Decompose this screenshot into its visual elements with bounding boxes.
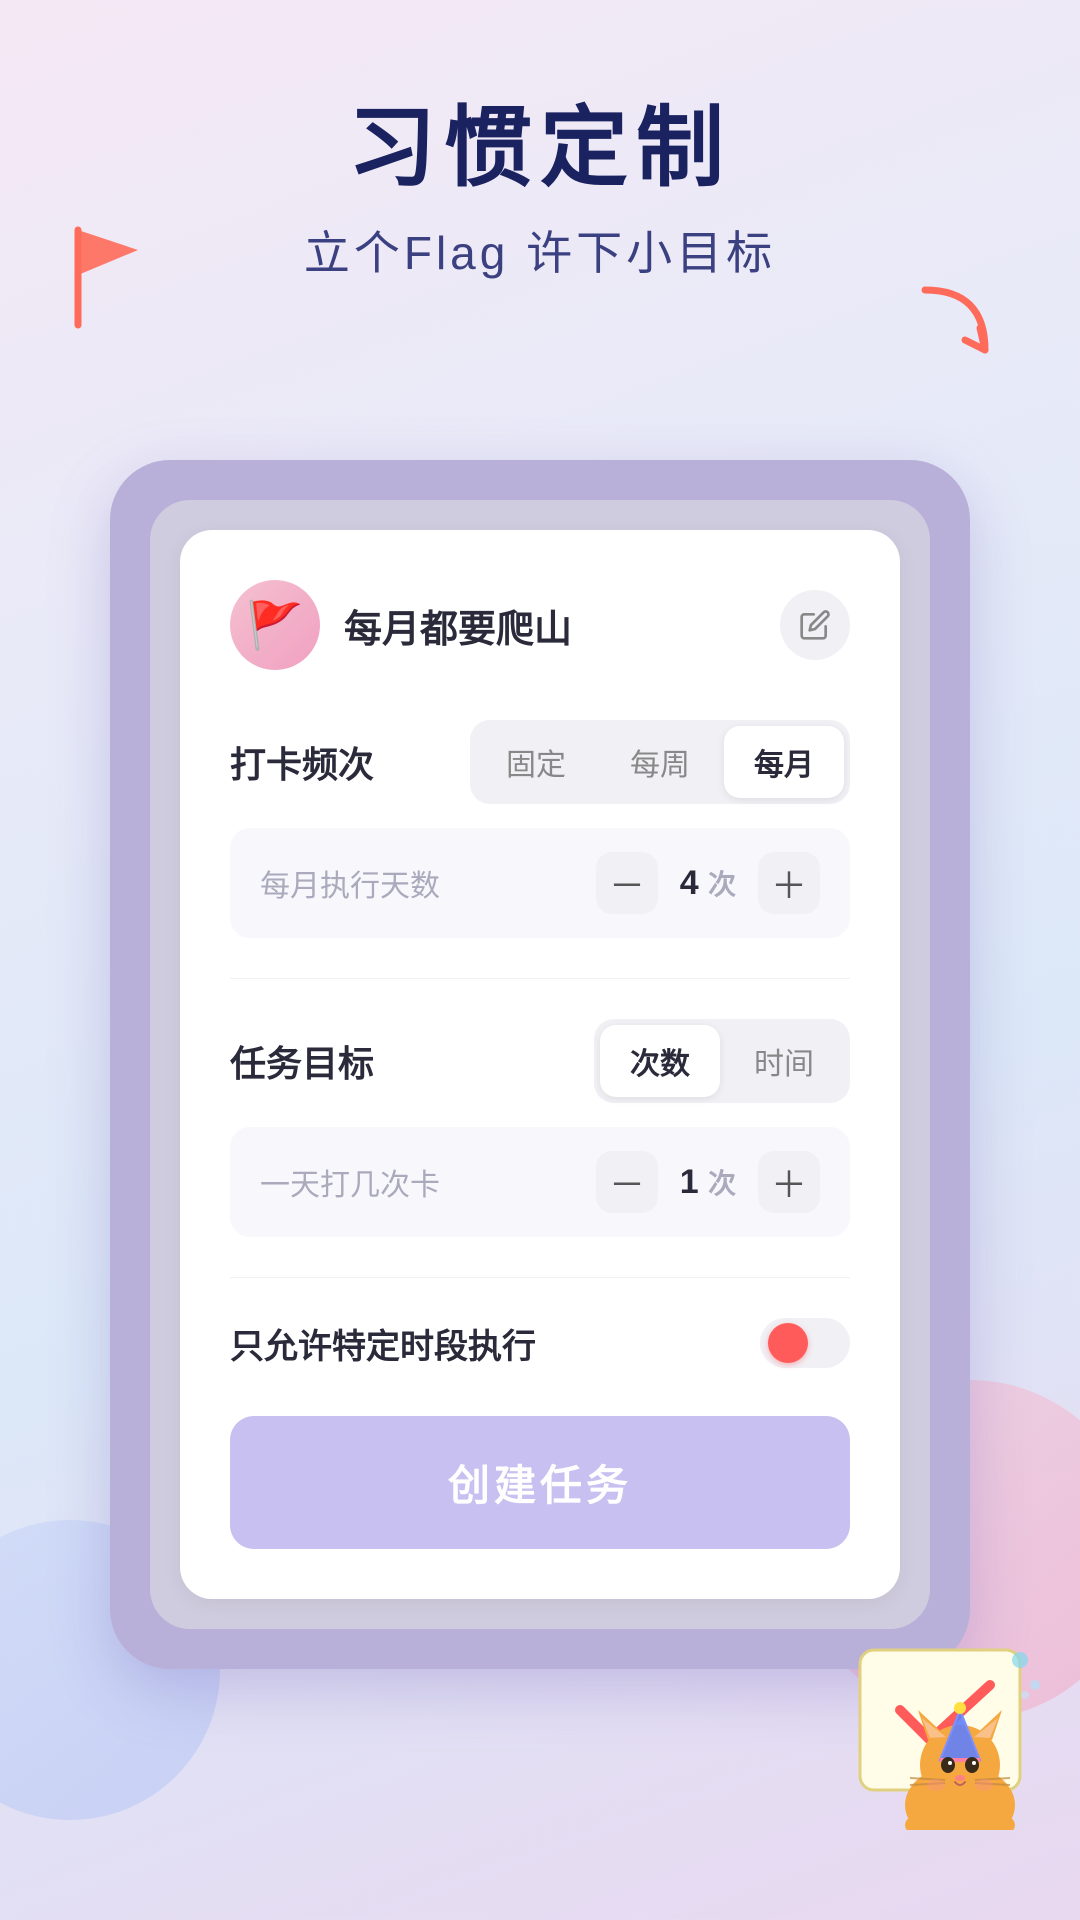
- edit-button[interactable]: [780, 590, 850, 660]
- habit-name: 每月都要爬山: [344, 598, 780, 653]
- daily-count-row: 一天打几次卡 － 1 次 ＋: [230, 1127, 850, 1237]
- main-title: 习惯定制: [0, 100, 1080, 197]
- cat-sticker: [850, 1630, 1050, 1830]
- frequency-tabs: 固定 每周 每月: [470, 720, 850, 804]
- tab-time[interactable]: 时间: [724, 1025, 844, 1097]
- arrow-deco: [905, 270, 1015, 385]
- task-goal-label: 任务目标: [230, 1035, 374, 1087]
- execution-plus-btn[interactable]: ＋: [758, 852, 820, 914]
- time-restrict-label: 只允许特定时段执行: [230, 1319, 536, 1368]
- execution-days-value: 4 次: [658, 863, 758, 903]
- time-restrict-toggle[interactable]: [760, 1318, 850, 1368]
- card-header: 🚩 每月都要爬山: [230, 580, 850, 670]
- flag-deco: [58, 220, 148, 335]
- daily-minus-btn[interactable]: －: [596, 1151, 658, 1213]
- divider-1: [230, 978, 850, 979]
- phone-container: 🚩 每月都要爬山 打卡频次 固定 每周 每月: [110, 460, 970, 1669]
- tab-count[interactable]: 次数: [600, 1025, 720, 1097]
- execution-days-row: 每月执行天数 － 4 次 ＋: [230, 828, 850, 938]
- task-goal-section: 任务目标 次数 时间: [230, 1019, 850, 1103]
- habit-icon: 🚩: [230, 580, 320, 670]
- daily-count-value: 1 次: [658, 1162, 758, 1202]
- tab-monthly[interactable]: 每月: [724, 726, 844, 798]
- frequency-label: 打卡频次: [230, 736, 374, 788]
- daily-plus-btn[interactable]: ＋: [758, 1151, 820, 1213]
- create-button[interactable]: 创建任务: [230, 1416, 850, 1549]
- execution-minus-btn[interactable]: －: [596, 852, 658, 914]
- frequency-section: 打卡频次 固定 每周 每月: [230, 720, 850, 804]
- daily-count-label: 一天打几次卡: [260, 1160, 596, 1204]
- execution-days-label: 每月执行天数: [260, 861, 596, 905]
- toggle-knob: [768, 1323, 808, 1363]
- phone-inner: 🚩 每月都要爬山 打卡频次 固定 每周 每月: [150, 500, 930, 1629]
- habit-card: 🚩 每月都要爬山 打卡频次 固定 每周 每月: [180, 530, 900, 1599]
- tab-weekly[interactable]: 每周: [600, 726, 720, 798]
- divider-2: [230, 1277, 850, 1278]
- task-goal-tabs: 次数 时间: [594, 1019, 850, 1103]
- time-restrict-row: 只允许特定时段执行: [230, 1318, 850, 1368]
- tab-fixed[interactable]: 固定: [476, 726, 596, 798]
